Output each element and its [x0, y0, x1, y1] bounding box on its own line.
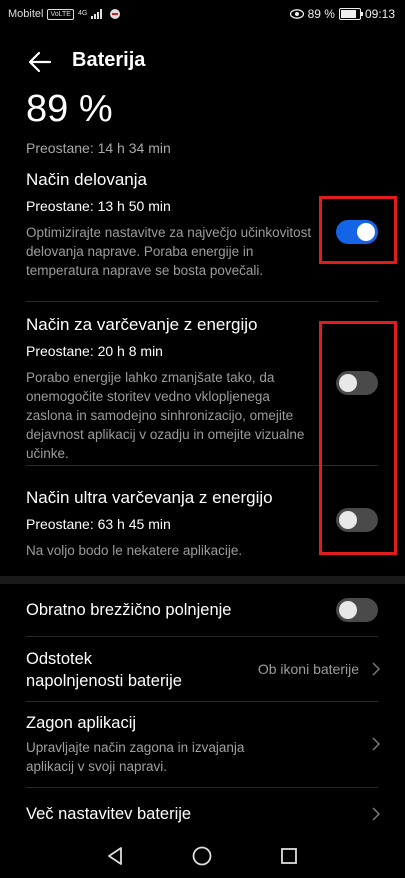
clock: 09:13	[364, 7, 395, 21]
status-bar: Mobitel VoLTE 4G 89 % 09:13	[0, 0, 405, 30]
app-header: Baterija	[0, 40, 405, 84]
volte-badge: VoLTE	[47, 8, 74, 20]
battery-percentage-label-line1: Odstotek	[26, 650, 93, 668]
reverse-charging-label: Obratno brezžično polnjenje	[26, 601, 232, 619]
network-type: 4G	[77, 10, 88, 17]
status-left: Mobitel VoLTE 4G	[8, 8, 121, 20]
nav-home-icon[interactable]	[192, 846, 212, 866]
app-launch-description-line1: Upravljajte način zagona in izvajanja	[26, 740, 245, 755]
power-saving-mode-description: Porabo energije lahko zmanjšate tako, da…	[26, 370, 305, 461]
app-launch-label: Zagon aplikacij	[26, 714, 137, 732]
divider	[26, 701, 378, 702]
performance-mode-title: Način delovanja	[26, 170, 147, 189]
notification-icon	[110, 9, 121, 19]
battery-icon	[338, 8, 363, 20]
carrier-label: Mobitel	[8, 8, 44, 20]
nav-recents-icon[interactable]	[280, 847, 298, 865]
app-launch-description-line2: aplikacij v svoji napravi.	[26, 759, 168, 774]
battery-percentage-label-line2: napolnjenosti baterije	[26, 672, 182, 690]
navigation-bar	[0, 830, 405, 878]
status-right: 89 % 09:13	[289, 7, 395, 21]
chevron-right-icon	[372, 662, 381, 676]
back-arrow-icon[interactable]	[26, 48, 54, 76]
section-separator	[0, 576, 405, 584]
reverse-charging-toggle[interactable]	[336, 598, 378, 622]
performance-mode-description: Optimizirajte nastavitve za največjo uči…	[26, 225, 312, 278]
ultra-saving-mode-description: Na voljo bodo le nekatere aplikacije.	[26, 543, 243, 558]
signal-icon	[91, 9, 103, 19]
nav-back-icon[interactable]	[106, 846, 124, 866]
chevron-right-icon	[372, 737, 381, 751]
divider	[26, 301, 378, 302]
chevron-right-icon	[372, 807, 381, 821]
divider	[26, 787, 378, 788]
battery-remaining: Preostane: 14 h 34 min	[26, 140, 171, 156]
battery-percentage: 89 %	[26, 88, 113, 130]
battery-percent-text: 89 %	[307, 7, 335, 21]
highlight-box-performance	[319, 196, 397, 264]
more-battery-settings-label: Več nastavitev baterije	[26, 805, 192, 823]
battery-percentage-value: Ob ikoni baterije	[257, 661, 359, 677]
page-title: Baterija	[72, 49, 146, 71]
highlight-box-saving-modes	[319, 321, 397, 555]
eye-icon	[289, 9, 304, 19]
divider	[26, 636, 378, 637]
